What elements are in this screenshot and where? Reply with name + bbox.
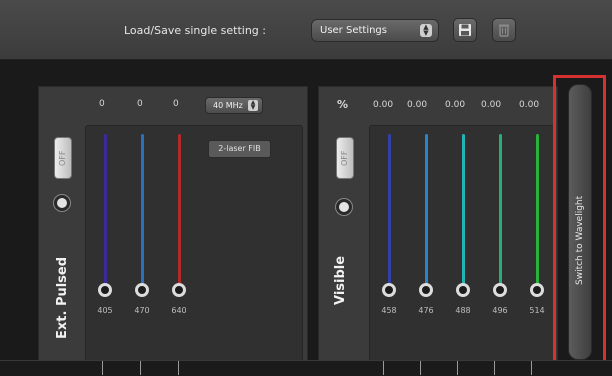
percent-unit: % <box>337 98 349 111</box>
wavelength-label-496: 496 <box>492 306 508 315</box>
chevron-updown-icon: ▲ ▼ <box>420 24 432 37</box>
slider-knob-476[interactable] <box>419 283 433 297</box>
delete-button[interactable] <box>492 18 516 42</box>
ruler-tick <box>494 361 495 375</box>
bottom-ruler <box>0 360 612 376</box>
visible-value-0: 0.00 <box>373 100 394 110</box>
laser-mode-button[interactable]: 2-laser FIB <box>208 140 271 158</box>
ext-pulsed-toggle-label: OFF <box>58 150 67 167</box>
visible-value-3: 0.00 <box>481 100 502 110</box>
visible-sliders: 458 476 488 496 514 <box>369 125 555 363</box>
ext-pulsed-panel: Ext. Pulsed OFF 0 0 0 40 MHz ▲ ▼ 405 470 … <box>38 86 308 368</box>
frequency-value: 40 MHz <box>213 101 243 110</box>
visible-value-2: 0.00 <box>445 100 466 110</box>
slider-track-496[interactable] <box>499 134 502 286</box>
save-button[interactable] <box>453 18 477 42</box>
slider-knob-458[interactable] <box>382 283 396 297</box>
chevron-updown-icon: ▲ ▼ <box>248 100 258 111</box>
slider-track-458[interactable] <box>388 134 391 286</box>
wavelength-label-488: 488 <box>455 306 471 315</box>
slider-track-514[interactable] <box>536 134 539 286</box>
slider-track-470[interactable] <box>141 134 144 286</box>
toolbar: Load/Save single setting : User Settings… <box>0 0 612 60</box>
wavelength-label-470: 470 <box>134 306 150 315</box>
wavelength-label-458: 458 <box>381 306 397 315</box>
ext-pulsed-option-button[interactable] <box>54 195 70 211</box>
visible-option-button[interactable] <box>336 199 352 215</box>
ruler-tick <box>531 361 532 375</box>
settings-select[interactable]: User Settings ▲ ▼ <box>311 19 439 42</box>
ruler-tick <box>178 361 179 375</box>
switch-to-wavelight-button[interactable]: Switch to Wavelight <box>568 84 592 360</box>
wavelength-label-640: 640 <box>171 306 187 315</box>
visible-toggle-label: OFF <box>340 150 349 167</box>
ext-pulsed-value-2: 0 <box>173 99 179 109</box>
ext-pulsed-value-0: 0 <box>99 99 105 109</box>
slider-track-488[interactable] <box>462 134 465 286</box>
laser-control-area: Ext. Pulsed OFF 0 0 0 40 MHz ▲ ▼ 405 470 … <box>0 60 612 376</box>
ruler-tick <box>140 361 141 375</box>
slider-knob-640[interactable] <box>172 283 186 297</box>
delete-icon <box>499 24 509 37</box>
visible-value-4: 0.00 <box>519 100 540 110</box>
ruler-tick <box>383 361 384 375</box>
visible-value-1: 0.00 <box>407 100 428 110</box>
frequency-select[interactable]: 40 MHz ▲ ▼ <box>205 97 263 114</box>
ext-pulsed-title: Ext. Pulsed <box>55 256 70 339</box>
ruler-tick <box>457 361 458 375</box>
slider-knob-496[interactable] <box>493 283 507 297</box>
switch-highlight: Switch to Wavelight <box>553 75 606 371</box>
wavelength-label-405: 405 <box>97 306 113 315</box>
ext-pulsed-toggle[interactable]: OFF <box>54 137 72 179</box>
slider-track-405[interactable] <box>104 134 107 286</box>
visible-panel: Visible % OFF 0.00 0.00 0.00 0.00 0.00 4… <box>318 86 558 368</box>
ext-pulsed-sliders: 405 470 640 2-laser FIB <box>85 125 303 363</box>
wavelength-label-514: 514 <box>529 306 545 315</box>
slider-knob-470[interactable] <box>135 283 149 297</box>
slider-knob-405[interactable] <box>98 283 112 297</box>
slider-knob-488[interactable] <box>456 283 470 297</box>
save-icon <box>459 24 471 36</box>
ruler-tick <box>420 361 421 375</box>
switch-to-wavelight-label: Switch to Wavelight <box>575 195 585 285</box>
settings-select-value: User Settings <box>320 25 387 36</box>
load-save-label: Load/Save single setting : <box>124 24 266 37</box>
ruler-tick <box>102 361 103 375</box>
wavelength-label-476: 476 <box>418 306 434 315</box>
ext-pulsed-value-1: 0 <box>137 99 143 109</box>
visible-title: Visible <box>333 255 348 305</box>
slider-track-476[interactable] <box>425 134 428 286</box>
slider-track-640[interactable] <box>178 134 181 286</box>
visible-toggle[interactable]: OFF <box>336 137 354 179</box>
slider-knob-514[interactable] <box>530 283 544 297</box>
